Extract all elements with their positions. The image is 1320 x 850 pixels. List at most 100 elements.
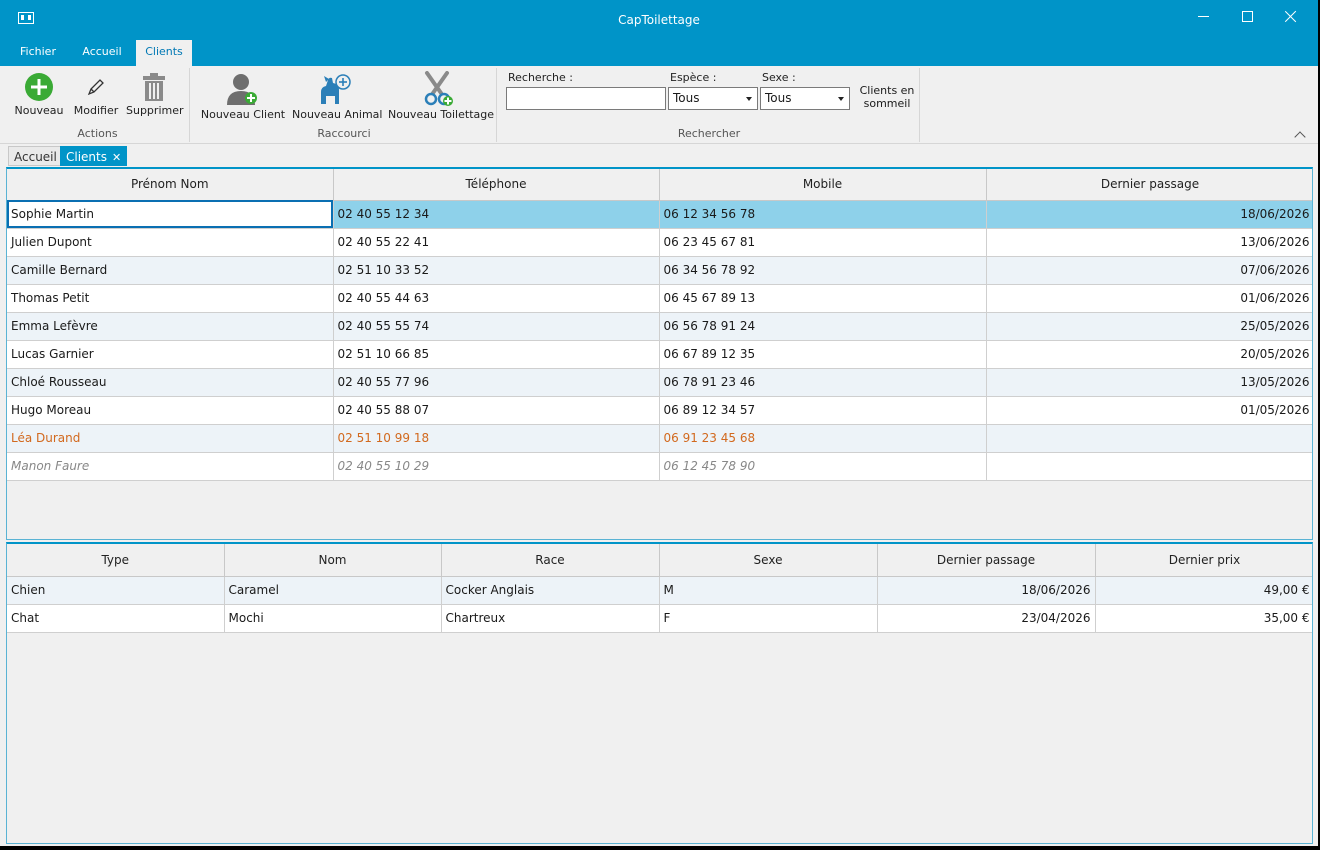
- nouveau-client-button[interactable]: Nouveau Client: [200, 70, 286, 121]
- header-prenom-nom[interactable]: Prénom Nom: [7, 169, 334, 201]
- client-name: Lucas Garnier: [7, 340, 334, 369]
- table-row[interactable]: Emma Lefèvre 02 40 55 55 74 06 56 78 91 …: [7, 312, 1312, 341]
- nouveau-client-label: Nouveau Client: [200, 108, 286, 121]
- header-nom[interactable]: Nom: [224, 544, 442, 577]
- minimize-button[interactable]: [1180, 0, 1226, 32]
- client-mobile: 06 12 34 56 78: [659, 200, 987, 229]
- animal-race: Chartreux: [441, 604, 660, 633]
- table-row[interactable]: Léa Durand 02 51 10 99 18 06 91 23 45 68: [7, 424, 1312, 453]
- client-mobile: 06 78 91 23 46: [659, 368, 987, 397]
- raccourci-group-label: Raccourci: [317, 127, 371, 140]
- client-phone: 02 40 55 77 96: [333, 368, 660, 397]
- client-mobile: 06 34 56 78 92: [659, 256, 987, 285]
- table-row[interactable]: Manon Faure 02 40 55 10 29 06 12 45 78 9…: [7, 452, 1312, 481]
- nouveau-button[interactable]: Nouveau: [10, 70, 68, 117]
- animal-race: Cocker Anglais: [441, 576, 660, 605]
- header-sexe[interactable]: Sexe: [659, 544, 878, 577]
- client-mobile: 06 45 67 89 13: [659, 284, 987, 313]
- pencil-icon: [87, 79, 104, 96]
- modifier-label: Modifier: [73, 104, 119, 117]
- supprimer-button[interactable]: Supprimer: [126, 70, 184, 117]
- close-tab-icon[interactable]: ✕: [112, 148, 121, 168]
- client-phone: 02 40 55 88 07: [333, 396, 660, 425]
- table-row[interactable]: Chien Caramel Cocker Anglais M 18/06/202…: [7, 576, 1312, 605]
- client-mobile: 06 56 78 91 24: [659, 312, 987, 341]
- client-last-visit: 25/05/2026: [986, 312, 1312, 341]
- maximize-button[interactable]: [1224, 0, 1270, 32]
- nouveau-animal-button[interactable]: Nouveau Animal: [292, 70, 382, 121]
- client-phone: 02 40 55 44 63: [333, 284, 660, 313]
- close-icon: [1285, 10, 1297, 22]
- header-dernier-passage[interactable]: Dernier passage: [877, 544, 1096, 577]
- animal-last-visit: 18/06/2026: [877, 576, 1096, 605]
- table-row[interactable]: Thomas Petit 02 40 55 44 63 06 45 67 89 …: [7, 284, 1312, 313]
- client-name: Emma Lefèvre: [7, 312, 334, 341]
- search-input[interactable]: [506, 87, 666, 110]
- document-tabs: Accueil Clients ✕: [0, 146, 1318, 167]
- client-last-visit: 01/05/2026: [986, 396, 1312, 425]
- table-row[interactable]: Hugo Moreau 02 40 55 88 07 06 89 12 34 5…: [7, 396, 1312, 425]
- sexe-value: Tous: [765, 91, 792, 105]
- client-mobile: 06 67 89 12 35: [659, 340, 987, 369]
- menu-tab-clients[interactable]: Clients: [136, 40, 192, 66]
- client-phone: 02 51 10 33 52: [333, 256, 660, 285]
- client-phone: 02 40 55 22 41: [333, 228, 660, 257]
- maximize-icon: [1241, 10, 1253, 22]
- client-mobile: 06 89 12 34 57: [659, 396, 987, 425]
- window-title: CapToilettage: [618, 13, 700, 27]
- menu-tab-accueil[interactable]: Accueil: [74, 40, 130, 66]
- header-telephone[interactable]: Téléphone: [333, 169, 660, 201]
- animal-last-price: 49,00 €: [1095, 576, 1312, 605]
- clients-sommeil-toggle[interactable]: Clients en sommeil: [858, 84, 916, 110]
- doc-tab-accueil[interactable]: Accueil: [8, 146, 63, 166]
- client-mobile: 06 12 45 78 90: [659, 452, 987, 481]
- menu-bar: Fichier Accueil Clients: [0, 40, 1318, 66]
- animal-type: Chien: [7, 576, 225, 605]
- client-last-visit: 20/05/2026: [986, 340, 1312, 369]
- doc-tab-clients-label: Clients: [66, 150, 107, 164]
- table-row[interactable]: Lucas Garnier 02 51 10 66 85 06 67 89 12…: [7, 340, 1312, 369]
- header-race[interactable]: Race: [441, 544, 660, 577]
- table-row[interactable]: Camille Bernard 02 51 10 33 52 06 34 56 …: [7, 256, 1312, 285]
- animal-name: Caramel: [224, 576, 442, 605]
- modifier-button[interactable]: Modifier: [68, 70, 124, 117]
- title-bar: CapToilettage: [0, 0, 1318, 40]
- nouveau-label: Nouveau: [14, 104, 64, 117]
- menu-tab-fichier[interactable]: Fichier: [10, 40, 66, 66]
- sexe-label: Sexe :: [762, 71, 796, 84]
- ribbon-group-actions: Nouveau Modifier Supprimer Actions: [6, 68, 190, 142]
- animal-last-visit: 23/04/2026: [877, 604, 1096, 633]
- client-last-visit: 13/05/2026: [986, 368, 1312, 397]
- table-row[interactable]: Chat Mochi Chartreux F 23/04/2026 35,00 …: [7, 604, 1312, 633]
- doc-tab-accueil-label: Accueil: [14, 150, 57, 164]
- client-last-visit: 07/06/2026: [986, 256, 1312, 285]
- client-phone: 02 40 55 12 34: [333, 200, 660, 229]
- client-last-visit: 01/06/2026: [986, 284, 1312, 313]
- header-dernier-prix[interactable]: Dernier prix: [1095, 544, 1312, 577]
- header-dernier-passage[interactable]: Dernier passage: [986, 169, 1312, 201]
- nouveau-toilettage-button[interactable]: Nouveau Toilettage: [388, 70, 494, 121]
- close-button[interactable]: [1268, 0, 1314, 32]
- sexe-select[interactable]: Tous: [760, 87, 850, 110]
- chevron-down-icon: [746, 97, 752, 101]
- client-name: Hugo Moreau: [7, 396, 334, 425]
- add-animal-icon: [321, 74, 351, 104]
- client-phone: 02 40 55 55 74: [333, 312, 660, 341]
- espece-select[interactable]: Tous: [668, 87, 758, 110]
- client-mobile: 06 23 45 67 81: [659, 228, 987, 257]
- table-row[interactable]: Chloé Rousseau 02 40 55 77 96 06 78 91 2…: [7, 368, 1312, 397]
- doc-tab-clients[interactable]: Clients ✕: [60, 146, 128, 168]
- espece-value: Tous: [673, 91, 700, 105]
- clients-grid: Prénom Nom Téléphone Mobile Dernier pass…: [6, 167, 1313, 540]
- header-mobile[interactable]: Mobile: [659, 169, 987, 201]
- rechercher-group-label: Rechercher: [677, 127, 741, 140]
- table-row[interactable]: Sophie Martin 02 40 55 12 34 06 12 34 56…: [7, 200, 1312, 229]
- header-type[interactable]: Type: [7, 544, 225, 577]
- client-name: Camille Bernard: [7, 256, 334, 285]
- table-row[interactable]: Julien Dupont 02 40 55 22 41 06 23 45 67…: [7, 228, 1312, 257]
- recherche-label: Recherche :: [508, 71, 573, 84]
- client-last-visit: 13/06/2026: [986, 228, 1312, 257]
- supprimer-label: Supprimer: [126, 104, 184, 117]
- animals-grid: Type Nom Race Sexe Dernier passage Derni…: [6, 542, 1313, 844]
- add-icon: [25, 73, 53, 101]
